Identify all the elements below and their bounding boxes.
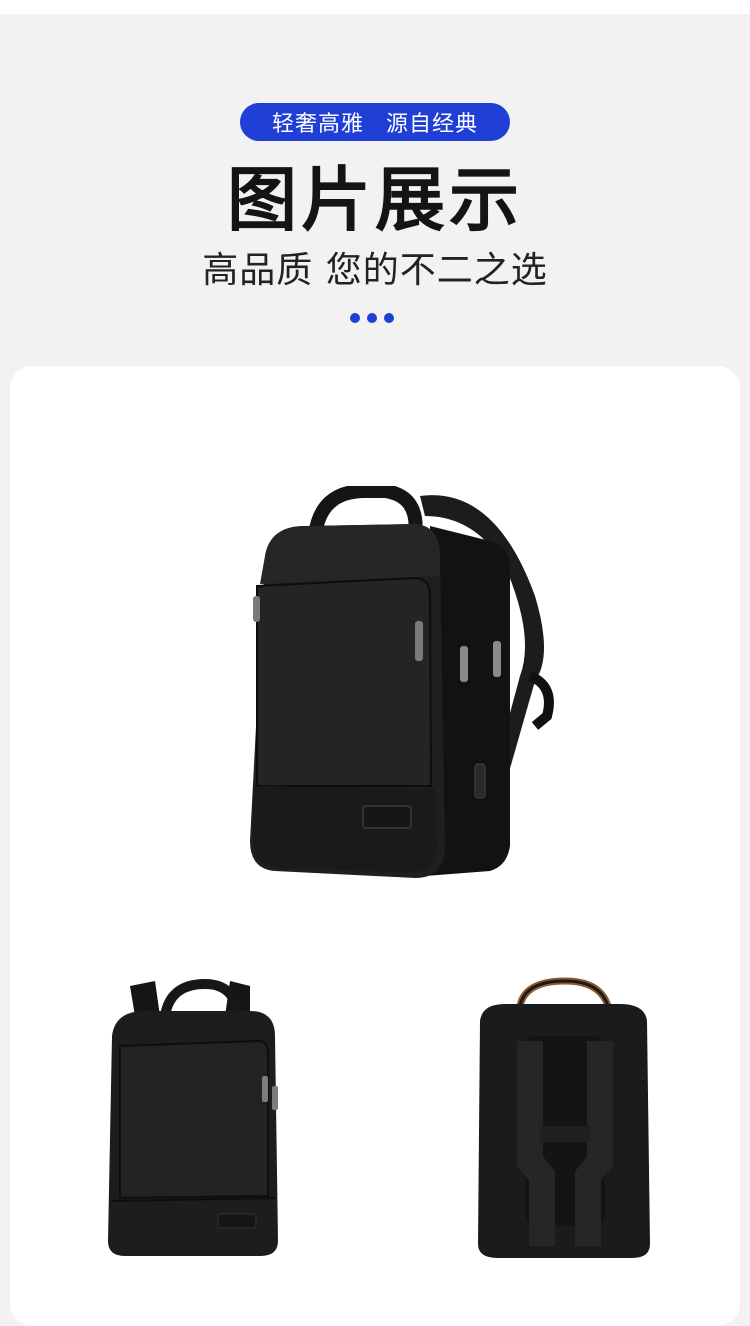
dot-icon: [350, 313, 360, 323]
product-gallery-card: [10, 366, 740, 1326]
section-subtitle: 高品质 您的不二之选: [202, 250, 548, 291]
backpack-front-image: [108, 978, 278, 1256]
backpack-back-image: [478, 977, 650, 1258]
section-title: 图片展示: [227, 159, 523, 241]
dot-icon: [384, 313, 394, 323]
tag-right-text: 源自经典: [386, 112, 479, 137]
decorative-dots: [350, 313, 394, 323]
backpack-main-image: [250, 486, 554, 878]
tag-pill: 轻奢高雅 源自经典: [240, 103, 510, 141]
tag-left-text: 轻奢高雅: [271, 112, 364, 137]
top-white-strip: [0, 0, 750, 14]
dot-icon: [367, 313, 377, 323]
